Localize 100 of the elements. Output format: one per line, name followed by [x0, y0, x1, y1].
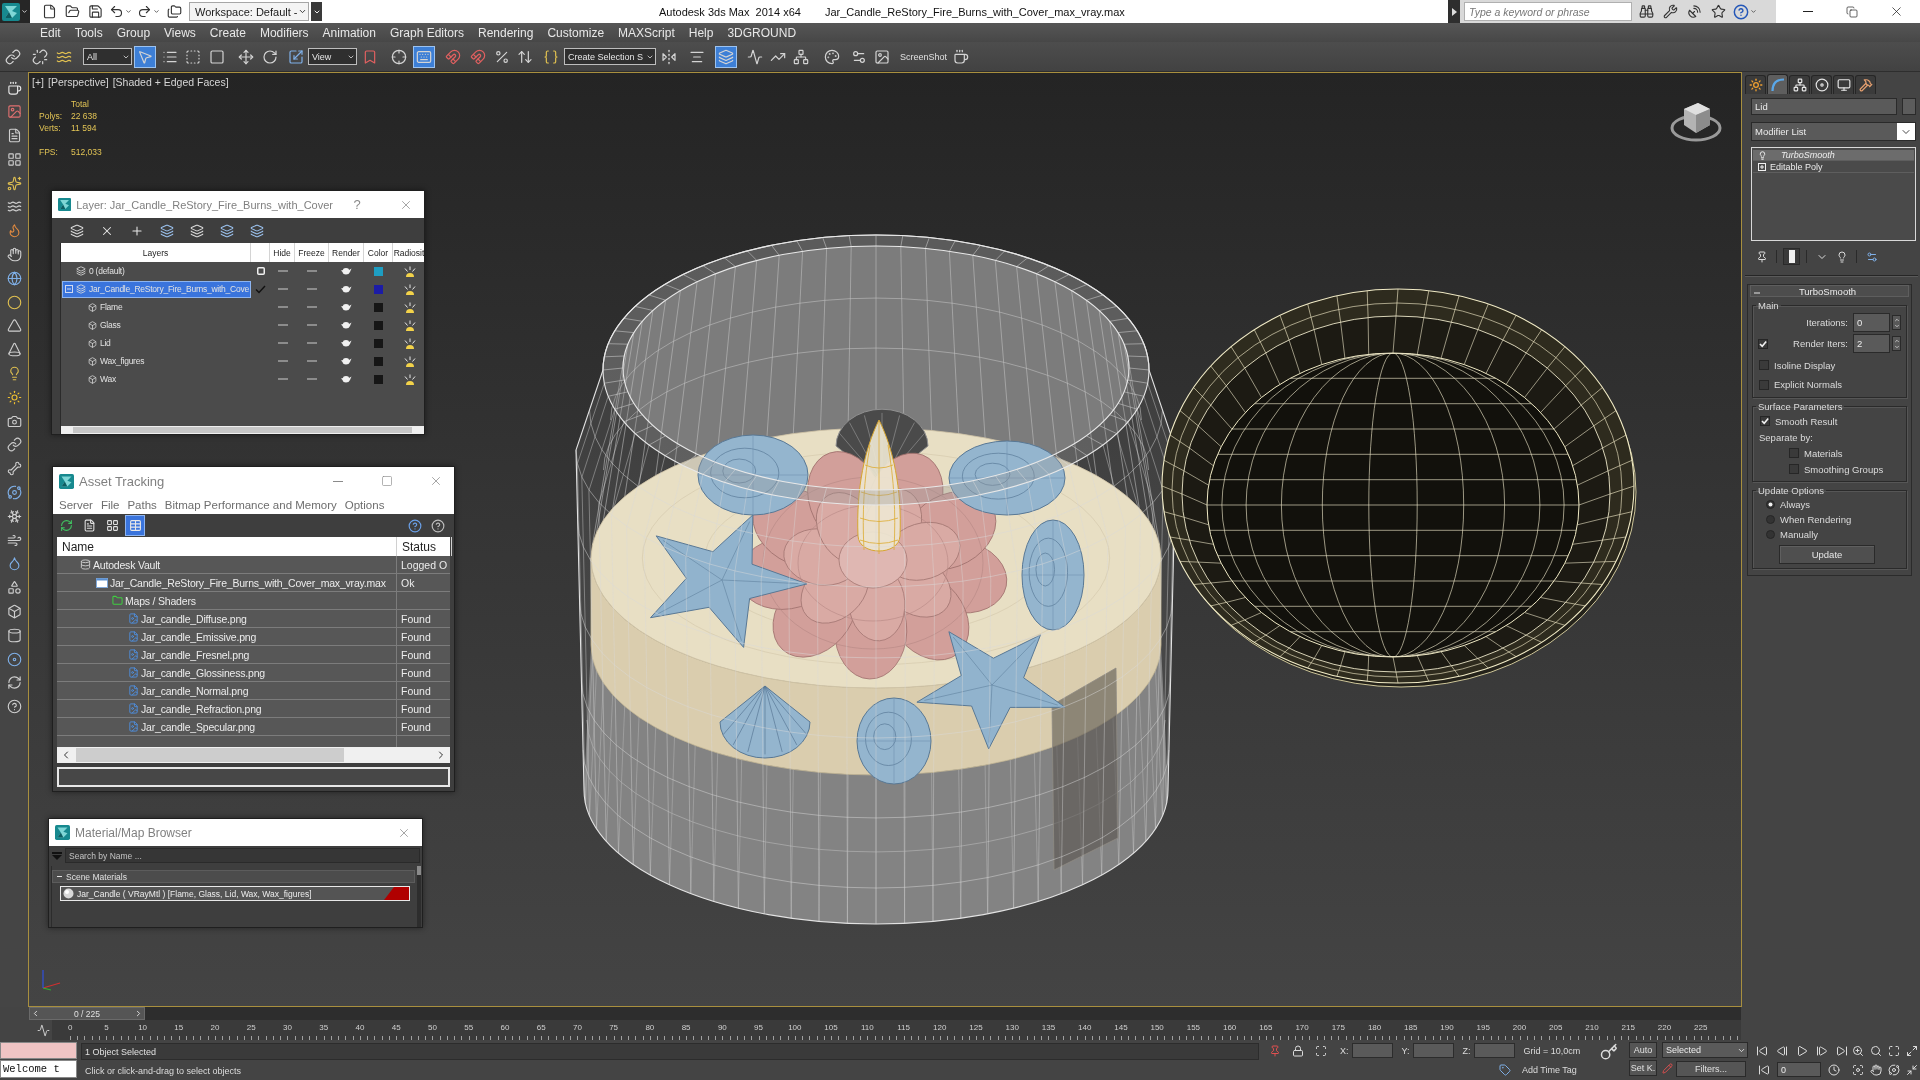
toolbar-button[interactable] — [125, 515, 145, 536]
time-slider-thumb[interactable]: 0 / 225 — [29, 1007, 145, 1020]
menu-item[interactable]: Tools — [67, 23, 110, 42]
menu-item[interactable]: File — [96, 495, 124, 514]
checkbox[interactable] — [1789, 448, 1799, 458]
expand-search-button[interactable] — [1448, 0, 1460, 23]
time-slider-track[interactable]: 0 / 225 — [29, 1007, 1741, 1020]
teapot-icon[interactable] — [341, 357, 352, 365]
radio-button[interactable] — [1766, 530, 1775, 539]
toolbar-button[interactable] — [413, 45, 435, 68]
column-header[interactable]: Radiosit — [393, 247, 424, 258]
asset-item[interactable]: Jar_candle_Diffuse.png — [57, 610, 397, 627]
radio-button[interactable] — [1766, 500, 1775, 509]
iterations-field[interactable]: 0 — [1853, 313, 1890, 332]
dash-icon[interactable] — [277, 342, 288, 344]
search-field[interactable]: Search by Name ... — [65, 848, 420, 863]
scrollbar[interactable] — [61, 426, 424, 434]
panel-tab[interactable] — [1833, 75, 1854, 94]
checkbox[interactable] — [1789, 464, 1799, 474]
selection-filter-dropdown[interactable]: All — [83, 48, 132, 65]
layer-item[interactable]: Flame — [62, 298, 251, 316]
asset-item[interactable]: Autodesk Vault — [57, 556, 397, 573]
collapse-icon[interactable] — [65, 285, 73, 293]
menu-item[interactable]: Bitmap Performance and Memory — [160, 495, 341, 514]
teapot-icon[interactable] — [341, 303, 352, 311]
stack-button[interactable] — [1783, 248, 1800, 265]
teapot-icon[interactable] — [341, 285, 352, 293]
color-swatch[interactable] — [374, 302, 383, 312]
checkbox[interactable] — [1758, 338, 1768, 349]
menu-item[interactable]: Rendering — [471, 23, 541, 42]
toolbar-button[interactable] — [134, 45, 156, 68]
menu-item[interactable]: Customize — [540, 23, 612, 42]
menu-item[interactable]: Server — [55, 495, 97, 514]
column-header[interactable]: Name — [57, 537, 397, 556]
color-swatch[interactable] — [374, 374, 383, 384]
lamp-icon[interactable] — [402, 355, 417, 367]
layer-item[interactable]: Lid — [62, 334, 251, 352]
viewport-menu-label[interactable]: [Shaded + Edged Faces] — [112, 76, 229, 88]
coordinate-field[interactable] — [1473, 1043, 1515, 1058]
checkbox[interactable] — [1759, 360, 1769, 370]
asset-item[interactable]: Jar_Candle_ReStory_Fire_Burns_with_Cover_max_vray.max — [57, 574, 397, 591]
stack-item[interactable]: TurboSmooth — [1753, 150, 1914, 161]
current-frame-field[interactable]: 0 — [1777, 1062, 1821, 1077]
column-header[interactable]: Layers — [142, 247, 169, 258]
color-swatch[interactable] — [374, 266, 383, 276]
dash-icon[interactable] — [277, 324, 288, 326]
panel-tab[interactable] — [1855, 75, 1876, 94]
color-swatch[interactable] — [374, 284, 383, 294]
rollout-header[interactable]: TurboSmooth — [1750, 285, 1909, 297]
column-header[interactable]: Freeze — [298, 247, 325, 258]
dash-icon[interactable] — [277, 360, 288, 362]
column-header[interactable]: Hide — [273, 247, 291, 258]
layer-item[interactable]: 0 (default) — [62, 262, 251, 280]
screenshot-button[interactable]: ScreenShot — [898, 46, 950, 67]
dash-icon[interactable] — [277, 306, 288, 308]
color-swatch[interactable] — [374, 356, 383, 366]
lamp-icon[interactable] — [402, 319, 417, 331]
dash-icon[interactable] — [277, 288, 288, 290]
coordinate-field[interactable] — [1351, 1043, 1393, 1058]
layer-item[interactable]: Wax — [62, 370, 251, 388]
menu-item[interactable]: Edit — [33, 23, 68, 42]
lamp-icon[interactable] — [402, 373, 417, 385]
column-header[interactable]: Status — [397, 537, 452, 556]
checkbox[interactable] — [1760, 416, 1770, 426]
asset-item[interactable]: Jar_candle_Fresnel.png — [57, 646, 397, 663]
menu-item[interactable]: Modifiers — [252, 23, 316, 42]
menu-item[interactable]: 3DGROUND — [720, 23, 804, 42]
panel-tab[interactable] — [1767, 74, 1788, 94]
layer-item[interactable]: Wax_figures — [62, 352, 251, 370]
menu-item[interactable]: Views — [157, 23, 203, 42]
menu-item[interactable]: Graph Editors — [382, 23, 471, 42]
menu-item[interactable]: Paths — [123, 495, 161, 514]
checkbox[interactable] — [1759, 379, 1769, 390]
dash-icon[interactable] — [277, 270, 288, 272]
coordinate-field[interactable] — [1412, 1043, 1454, 1058]
layer-item[interactable]: Glass — [62, 316, 251, 334]
workspace-dropdown[interactable]: Workspace: Default - — [189, 2, 309, 21]
asset-item[interactable]: Jar_candle_Normal.png — [57, 682, 397, 699]
object-name-field[interactable]: Lid — [1751, 98, 1897, 115]
key-filter-dropdown[interactable]: Selected — [1662, 1042, 1748, 1058]
radio-button[interactable] — [1766, 515, 1775, 524]
teapot-icon[interactable] — [341, 339, 352, 347]
path-field[interactable] — [57, 767, 450, 787]
modifier-list-dropdown[interactable]: Modifier List — [1751, 122, 1916, 141]
material-item[interactable]: Jar_Candle ( VRayMtl ) [Flame, Glass, Lid, Wax, Wax_figures] — [60, 886, 410, 901]
toolbar-button[interactable] — [715, 45, 737, 68]
stack-item[interactable]: Editable Poly — [1753, 162, 1914, 173]
lamp-icon[interactable] — [402, 283, 417, 295]
set-key-button[interactable] — [1599, 1042, 1619, 1062]
square-icon[interactable] — [256, 267, 265, 275]
lamp-icon[interactable] — [402, 301, 417, 313]
asset-item[interactable]: Maps / Shaders — [57, 592, 397, 609]
tool-button[interactable] — [4, 434, 24, 455]
teapot-icon[interactable] — [341, 321, 352, 329]
menu-item[interactable]: Help — [681, 23, 721, 42]
menu-item[interactable]: Animation — [315, 23, 383, 42]
menu-item[interactable]: Options — [340, 495, 389, 514]
panel-tab[interactable] — [1811, 75, 1832, 94]
teapot-icon[interactable] — [341, 267, 352, 275]
asset-item[interactable]: Jar_candle_Refraction.png — [57, 700, 397, 717]
